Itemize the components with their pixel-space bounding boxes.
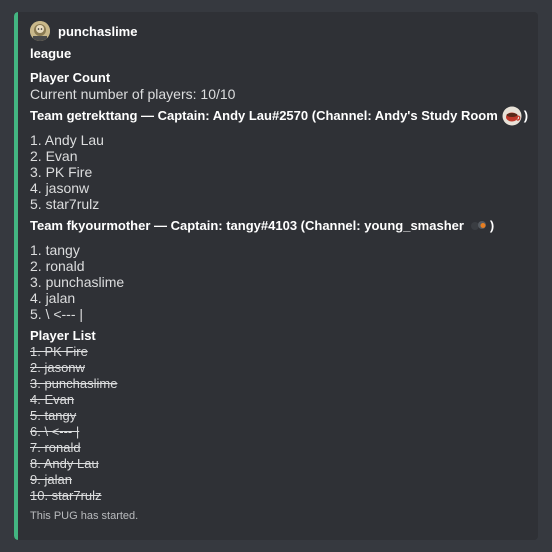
list-item: 3. punchaslime [30, 274, 125, 290]
list-item: 2. ronald [30, 258, 85, 274]
list-item: 4. Evan [30, 392, 75, 407]
coffee-cup-icon [502, 106, 522, 126]
list-item: 2. jasonw [30, 360, 85, 375]
team1-title-suffix: ) [523, 108, 529, 123]
list-item: 10. star7rulz [30, 488, 102, 503]
list-item: 4. jasonw [30, 180, 90, 196]
list-item: 8. Andy Lau [30, 456, 99, 471]
team2-title-suffix: ) [489, 218, 495, 233]
player-count-field-value: Current number of players: 10/10 [30, 86, 528, 102]
list-item: 2. Evan [30, 148, 78, 164]
team1-members: 1. Andy Lau 2. Evan 3. PK Fire 4. jasonw… [30, 132, 528, 212]
player-count-text: Current number of players: 10/10 [30, 86, 236, 102]
list-item: 5. \ <--- | [30, 306, 84, 322]
list-item: 6. \ <--- | [30, 424, 80, 439]
team2-members: 1. tangy 2. ronald 3. punchaslime 4. jal… [30, 242, 528, 322]
message-area: punchaslime league Player Count Current … [0, 0, 552, 552]
list-item: 5. star7rulz [30, 196, 100, 212]
list-item: 1. Andy Lau [30, 132, 104, 148]
list-item: 1. tangy [30, 242, 80, 258]
player-list-entries: 1. PK Fire 2. jasonw 3. punchaslime 4. E… [30, 344, 528, 504]
pug-embed: punchaslime league Player Count Current … [14, 12, 538, 540]
team1-title: Team getrekttang — Captain: Andy Lau#257… [30, 108, 498, 123]
embed-footer: This PUG has started. [30, 510, 139, 522]
ping-pong-icon [470, 219, 488, 233]
author-avatar[interactable] [30, 21, 50, 41]
player-count-field-name: Player Count [30, 70, 111, 85]
author-name[interactable]: punchaslime [58, 24, 137, 39]
player-list-field-name: Player List [30, 328, 96, 343]
list-item: 3. PK Fire [30, 164, 93, 180]
team1-field-name: Team getrekttang — Captain: Andy Lau#257… [30, 106, 529, 126]
embed-title: league [30, 46, 72, 61]
embed-body: punchaslime league Player Count Current … [30, 20, 528, 522]
team2-field-name: Team fkyourmother — Captain: tangy#4103 … [30, 217, 528, 234]
list-item: 3. punchaslime [30, 376, 118, 391]
list-item: 9. jalan [30, 472, 72, 487]
embed-accent-bar [14, 12, 18, 540]
list-item: 1. PK Fire [30, 344, 88, 359]
list-item: 7. ronald [30, 440, 81, 455]
team2-title: Team fkyourmother — Captain: tangy#4103 … [30, 218, 464, 233]
embed-author: punchaslime [30, 20, 528, 42]
list-item: 4. jalan [30, 290, 76, 306]
list-item: 5. tangy [30, 408, 77, 423]
